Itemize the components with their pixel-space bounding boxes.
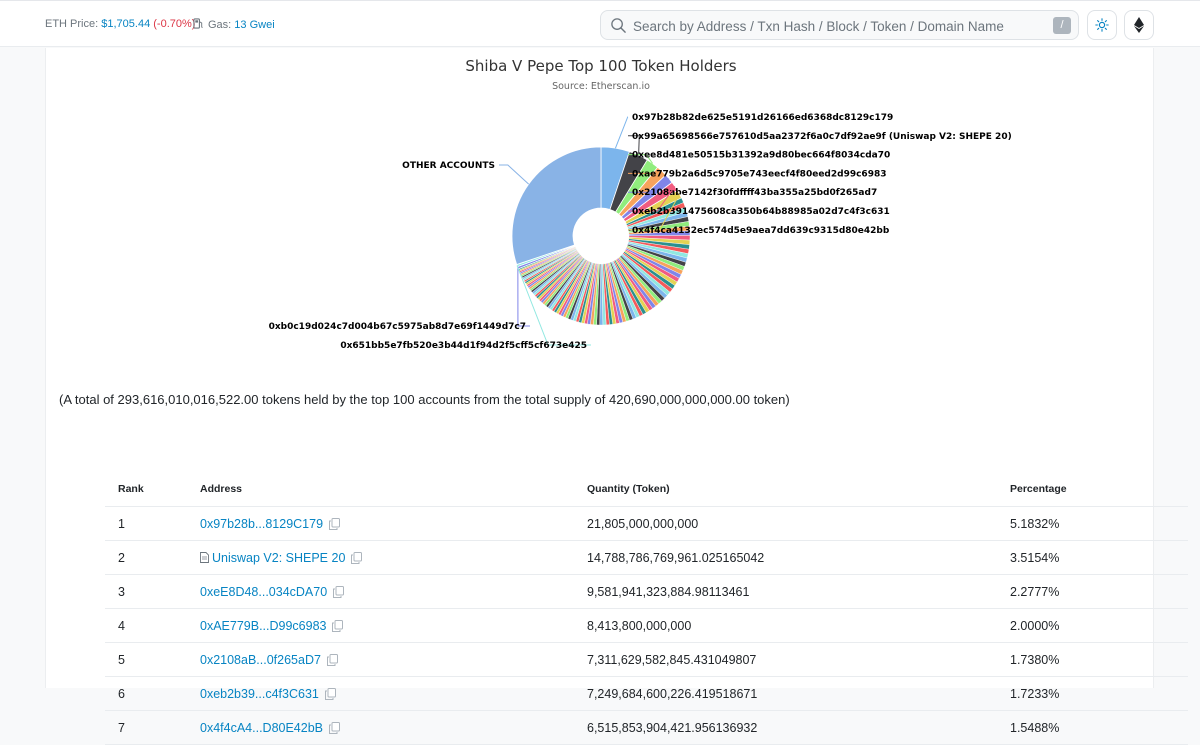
percentage-cell: 2.2777%: [1010, 574, 1188, 609]
eth-price-label: ETH Price:: [45, 18, 99, 30]
percentage-cell: 1.7380%: [1010, 642, 1188, 677]
search-input[interactable]: [631, 14, 1055, 38]
holder-address-link[interactable]: 0xeE8D48...034cDA70: [200, 585, 327, 599]
search-shortcut-key: /: [1053, 17, 1071, 34]
holder-address-link[interactable]: 0x4f4cA4...D80E42bB: [200, 721, 323, 735]
holder-address-link[interactable]: 0xAE779B...D99c6983: [200, 619, 326, 633]
column-header-address: Address: [200, 472, 587, 507]
copy-icon[interactable]: [324, 687, 336, 700]
theme-toggle-button[interactable]: [1087, 10, 1117, 40]
quantity-cell: 7,311,629,582,845.431049807: [587, 642, 1010, 677]
column-header-percentage: Percentage: [1010, 472, 1188, 507]
address-cell: 0xAE779B...D99c6983: [200, 608, 587, 643]
address-cell: 0x2108aB...0f265aD7: [200, 642, 587, 677]
holder-address-link[interactable]: 0x97b28b...8129C179: [200, 517, 323, 531]
table-row: 7 0x4f4cA4...D80E42bB 6,515,853,904,421.95…: [105, 710, 1188, 745]
holders-table: Rank Address Quantity (Token) Percentage…: [105, 472, 1188, 745]
percentage-cell: 2.0000%: [1010, 608, 1188, 643]
token-holders-card: Shiba V Pepe Top 100 Token Holders Sourc…: [45, 48, 1188, 745]
slice-connector-line: [499, 164, 530, 185]
slice-label: 0x4f4ca4132ec574d5e9aea7dd639c9315d80e42…: [632, 226, 890, 236]
copy-icon[interactable]: [329, 721, 340, 734]
pie-slice[interactable]: [511, 146, 602, 266]
eth-price: ETH Price: $1,705.44 (-0.70%): [45, 18, 195, 30]
table-row: 6 0xeb2b39...c4f3C631 7,249,684,600,226.41…: [105, 676, 1188, 711]
slice-label: 0x651bb5e7fb520e3b44d1f94d2f5cff5cf673e4…: [340, 341, 587, 351]
rank-cell: 6: [105, 676, 200, 711]
percentage-cell: 1.7233%: [1010, 676, 1188, 711]
search-box[interactable]: /: [600, 10, 1079, 40]
rank-cell: 4: [105, 608, 200, 643]
address-cell: Uniswap V2: SHEPE 20: [200, 540, 587, 575]
eth-price-change: (-0.70%): [153, 18, 196, 30]
address-cell: 0x97b28b...8129C179: [200, 506, 587, 541]
address-cell: 0xeb2b39...c4f3C631: [200, 676, 587, 711]
contract-file-icon: [200, 551, 209, 563]
slice-label: 0xeb2b391475608ca350b64b88985a02d7c4f3c6…: [632, 207, 890, 217]
rank-cell: 2: [105, 540, 200, 575]
quantity-cell: 8,413,800,000,000: [587, 608, 1010, 643]
gas-pump-icon: [193, 18, 203, 29]
rank-cell: 7: [105, 710, 200, 745]
copy-icon[interactable]: [329, 517, 341, 530]
slice-label: 0x2108abe7142f30fdffff43ba355a25bd0f265a…: [632, 188, 877, 198]
quantity-cell: 21,805,000,000,000: [587, 506, 1010, 541]
quantity-cell: 9,581,941,323,884.98113461: [587, 574, 1010, 609]
table-row: 1 0x97b28b...8129C179 21,805,000,000,000 5.…: [105, 506, 1188, 541]
holder-address-link[interactable]: Uniswap V2: SHEPE 20: [212, 551, 345, 565]
slice-label: 0x97b28b82de625e5191d26166ed6368dc8129c1…: [632, 113, 893, 123]
copy-icon[interactable]: [351, 551, 363, 564]
search-icon: [611, 18, 626, 33]
table-header-row: Rank Address Quantity (Token) Percentage: [105, 472, 1188, 507]
slice-connector-line: [614, 116, 629, 149]
holders-summary: (A total of 293,616,010,016,522.00 token…: [59, 392, 790, 407]
column-header-quantity: Quantity (Token): [587, 472, 1010, 507]
copy-icon[interactable]: [332, 619, 344, 632]
percentage-cell: 3.5154%: [1010, 540, 1188, 575]
chart-subtitle: Source: Etherscan.io: [552, 81, 650, 92]
holder-address-link[interactable]: 0xeb2b39...c4f3C631: [200, 687, 319, 701]
slice-label: OTHER ACCOUNTS: [402, 161, 495, 171]
copy-icon[interactable]: [333, 585, 345, 598]
ethereum-icon: [1134, 17, 1144, 33]
gas-price: Gas: 13 Gwei: [193, 18, 275, 31]
eth-price-value[interactable]: $1,705.44: [101, 18, 150, 30]
network-selector-button[interactable]: [1124, 10, 1154, 40]
holder-address-link[interactable]: 0x2108aB...0f265aD7: [200, 653, 321, 667]
chart-title: Shiba V Pepe Top 100 Token Holders: [465, 57, 736, 75]
rank-cell: 1: [105, 506, 200, 541]
address-cell: 0xeE8D48...034cDA70: [200, 574, 587, 609]
slice-label: 0x99a65698566e757610d5aa2372f6a0c7df92ae…: [632, 132, 1012, 142]
table-row: 5 0x2108aB...0f265aD7 7,311,629,582,845.43…: [105, 642, 1188, 677]
sun-icon: [1095, 18, 1109, 32]
percentage-cell: 1.5488%: [1010, 710, 1188, 745]
slice-label: 0xb0c19d024c7d004b67c5975ab8d7e69f1449d7…: [269, 322, 526, 332]
rank-cell: 5: [105, 642, 200, 677]
table-row: 2 Uniswap V2: SHEPE 20 14,788,786,769,961.…: [105, 540, 1188, 575]
slice-label: 0xae779b2a6d5c9705e743eecf4f80eed2d99c69…: [632, 169, 886, 179]
holders-pie-chart: Shiba V Pepe Top 100 Token Holders Sourc…: [269, 57, 1012, 351]
gas-label: Gas:: [208, 19, 232, 31]
address-cell: 0x4f4cA4...D80E42bB: [200, 710, 587, 745]
gas-value[interactable]: 13 Gwei: [234, 19, 274, 31]
table-row: 3 0xeE8D48...034cDA70 9,581,941,323,884.98…: [105, 574, 1188, 609]
column-header-rank: Rank: [105, 472, 200, 507]
quantity-cell: 14,788,786,769,961.025165042: [587, 540, 1010, 575]
top-bar: ETH Price: $1,705.44 (-0.70%) Gas: 13 Gw…: [0, 0, 1200, 47]
quantity-cell: 7,249,684,600,226.419518671: [587, 676, 1010, 711]
copy-icon[interactable]: [326, 653, 338, 666]
rank-cell: 3: [105, 574, 200, 609]
slice-label: 0xee8d481e50515b31392a9d80bec664f8034cda…: [632, 151, 890, 161]
quantity-cell: 6,515,853,904,421.956136932: [587, 710, 1010, 745]
percentage-cell: 5.1832%: [1010, 506, 1188, 541]
table-row: 4 0xAE779B...D99c6983 8,413,800,000,000 2.0…: [105, 608, 1188, 643]
